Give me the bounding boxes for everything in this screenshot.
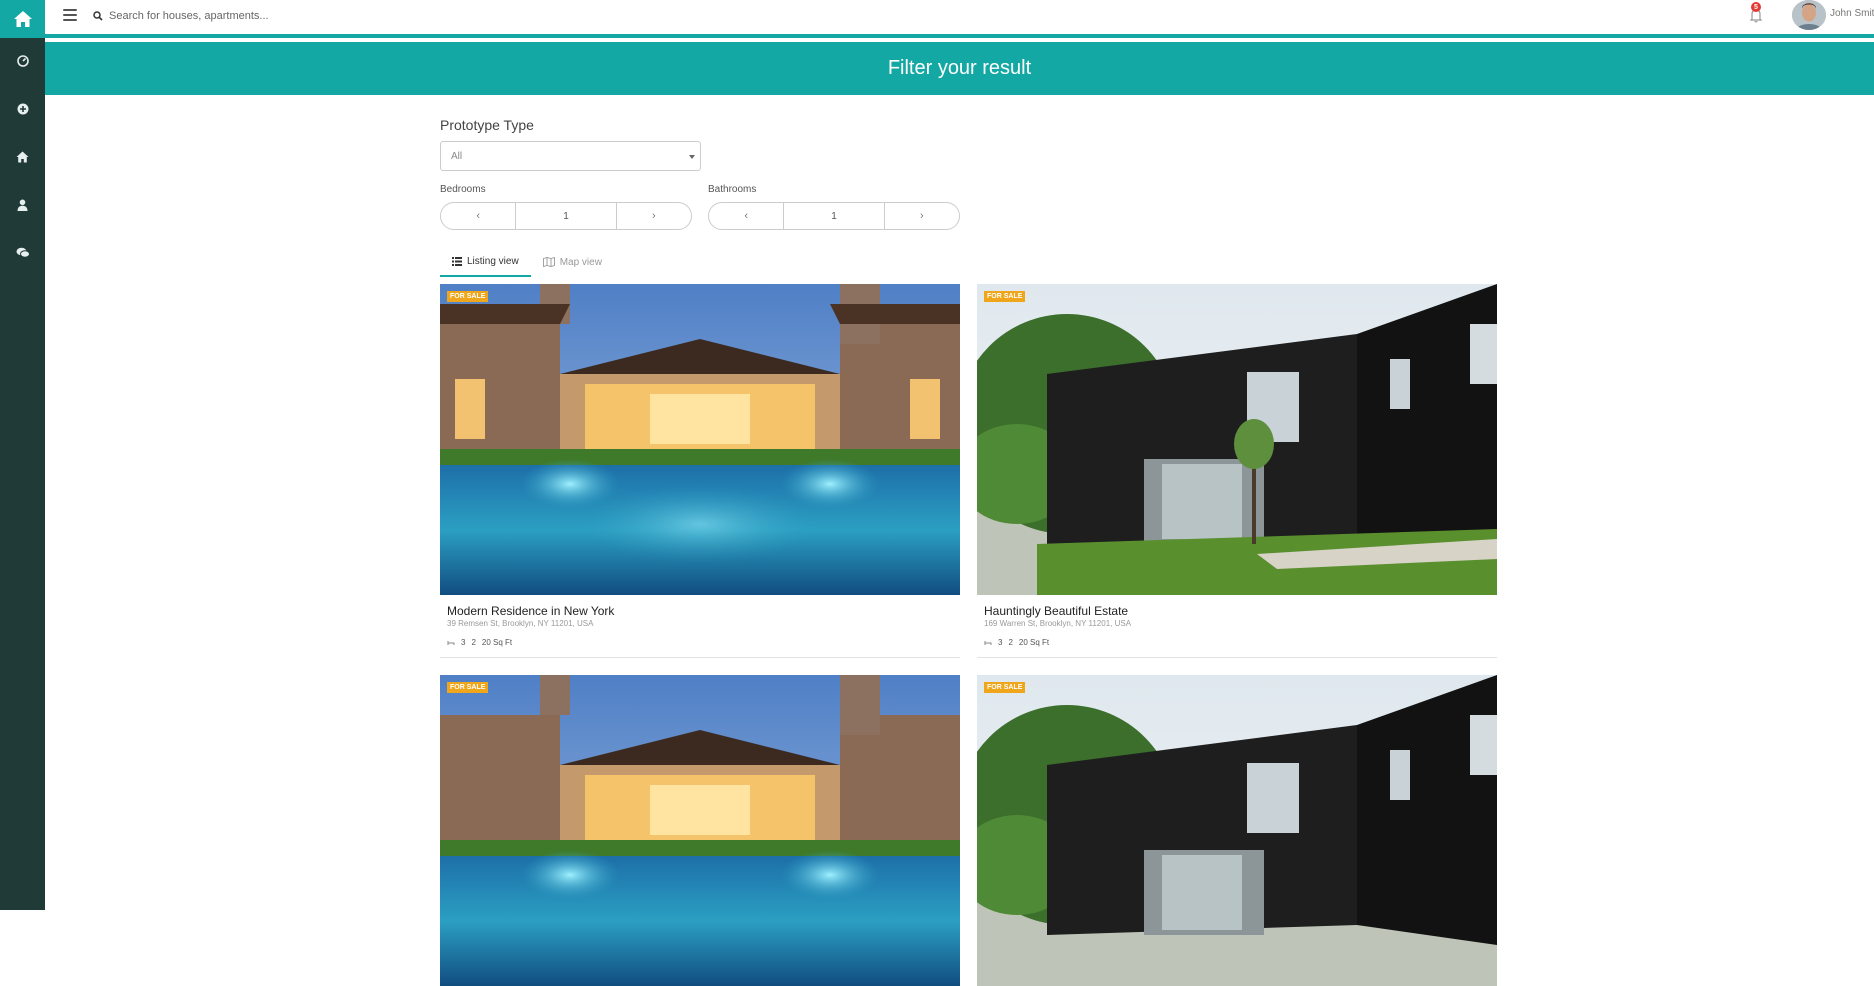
hamburger-line <box>63 19 77 21</box>
tab-map-view[interactable]: Map view <box>531 247 614 277</box>
for-sale-tag: FOR SALE <box>984 682 1026 693</box>
bedrooms-decrement-button[interactable]: ‹ <box>441 203 515 229</box>
listing-baths: 2 <box>471 638 476 647</box>
map-icon <box>542 257 555 267</box>
listing-beds: 3 <box>461 638 466 647</box>
listing-address: 169 Warren St, Brooklyn, NY 11201, USA <box>984 619 1132 628</box>
listing-baths: 2 <box>1008 638 1013 647</box>
listing-stats: 3 2 20 Sq Ft <box>984 638 1049 647</box>
listing-title[interactable]: Hauntingly Beautiful Estate <box>984 604 1128 618</box>
bed-icon <box>447 640 455 645</box>
listing-card[interactable]: FOR SALE Hauntingly Beautiful Estate 169… <box>977 284 1497 658</box>
user-name[interactable]: John Smith <box>1830 8 1874 19</box>
listing-photo[interactable]: FOR SALE <box>977 284 1497 595</box>
user-avatar[interactable] <box>1792 0 1826 30</box>
listing-title[interactable]: Modern Residence in New York <box>447 604 614 618</box>
sidebar-item-add[interactable] <box>0 94 45 124</box>
top-bar: 5 John Smith <box>45 0 1874 38</box>
bathrooms-value: 1 <box>783 203 885 229</box>
search-bar <box>93 5 513 27</box>
sidebar-item-user[interactable] <box>0 190 45 220</box>
modern-house-photo <box>977 284 1497 595</box>
listing-card[interactable]: FOR SALE Modern Residence in New York 39… <box>440 284 960 658</box>
filter-banner: Filter your result <box>45 42 1874 95</box>
listing-card[interactable]: FOR SALE <box>977 675 1497 986</box>
sidebar <box>0 0 45 910</box>
tab-listing-view-label: Listing view <box>467 255 519 267</box>
house-pool-photo <box>440 284 960 595</box>
tab-map-view-label: Map view <box>559 256 602 268</box>
hamburger-line <box>63 9 77 11</box>
bathrooms-increment-button[interactable]: › <box>885 203 959 229</box>
card-divider <box>977 657 1497 658</box>
search-icon <box>93 11 103 21</box>
listing-card[interactable]: FOR SALE <box>440 675 960 986</box>
banner-title: Filter your result <box>887 57 1032 79</box>
bedrooms-label: Bedrooms <box>440 184 486 195</box>
card-divider <box>440 657 960 658</box>
listing-photo[interactable]: FOR SALE <box>440 284 960 595</box>
notification-badge: 5 <box>1751 2 1761 12</box>
modern-house-photo <box>977 675 1497 986</box>
for-sale-tag: FOR SALE <box>447 291 489 302</box>
dashboard-icon <box>16 55 29 67</box>
house-pool-photo <box>440 675 960 986</box>
home-icon <box>16 151 29 163</box>
listing-area: 20 Sq Ft <box>481 638 513 647</box>
avatar-photo <box>1792 0 1826 30</box>
for-sale-tag: FOR SALE <box>984 291 1026 302</box>
bedrooms-stepper: ‹ 1 › <box>440 202 692 230</box>
menu-toggle-button[interactable] <box>63 9 77 21</box>
user-icon <box>17 199 28 211</box>
bathrooms-decrement-button[interactable]: ‹ <box>709 203 783 229</box>
hamburger-line <box>63 14 77 16</box>
caret-down-icon <box>689 155 695 159</box>
sidebar-item-chat[interactable] <box>0 238 45 268</box>
bathrooms-label: Bathrooms <box>708 184 757 195</box>
for-sale-tag: FOR SALE <box>447 682 489 693</box>
filter-panel: Prototype Type All Bedrooms ‹ 1 › Bathro… <box>440 117 960 230</box>
bedrooms-increment-button[interactable]: › <box>617 203 691 229</box>
listing-area: 20 Sq Ft <box>1018 638 1050 647</box>
view-tabs: Listing view Map view <box>440 247 614 277</box>
home-logo-icon <box>13 11 32 27</box>
bed-icon <box>984 640 992 645</box>
listing-photo[interactable]: FOR SALE <box>440 675 960 986</box>
chat-icon <box>16 247 30 258</box>
listing-beds: 3 <box>998 638 1003 647</box>
bathrooms-stepper: ‹ 1 › <box>708 202 960 230</box>
add-circle-icon <box>17 103 28 115</box>
prototype-type-select[interactable]: All <box>440 141 701 171</box>
sidebar-item-home[interactable] <box>0 142 45 172</box>
prototype-type-value: All <box>451 150 463 162</box>
listing-photo[interactable]: FOR SALE <box>977 675 1497 986</box>
list-icon <box>452 256 462 266</box>
search-input[interactable] <box>109 10 489 22</box>
prototype-type-label: Prototype Type <box>440 117 534 133</box>
tab-listing-view[interactable]: Listing view <box>440 247 531 277</box>
bedrooms-value: 1 <box>515 203 617 229</box>
sidebar-item-dashboard[interactable] <box>0 46 45 76</box>
home-logo-button[interactable] <box>0 0 45 38</box>
listing-stats: 3 2 20 Sq Ft <box>447 638 512 647</box>
listing-address: 39 Remsen St, Brooklyn, NY 11201, USA <box>447 619 594 628</box>
